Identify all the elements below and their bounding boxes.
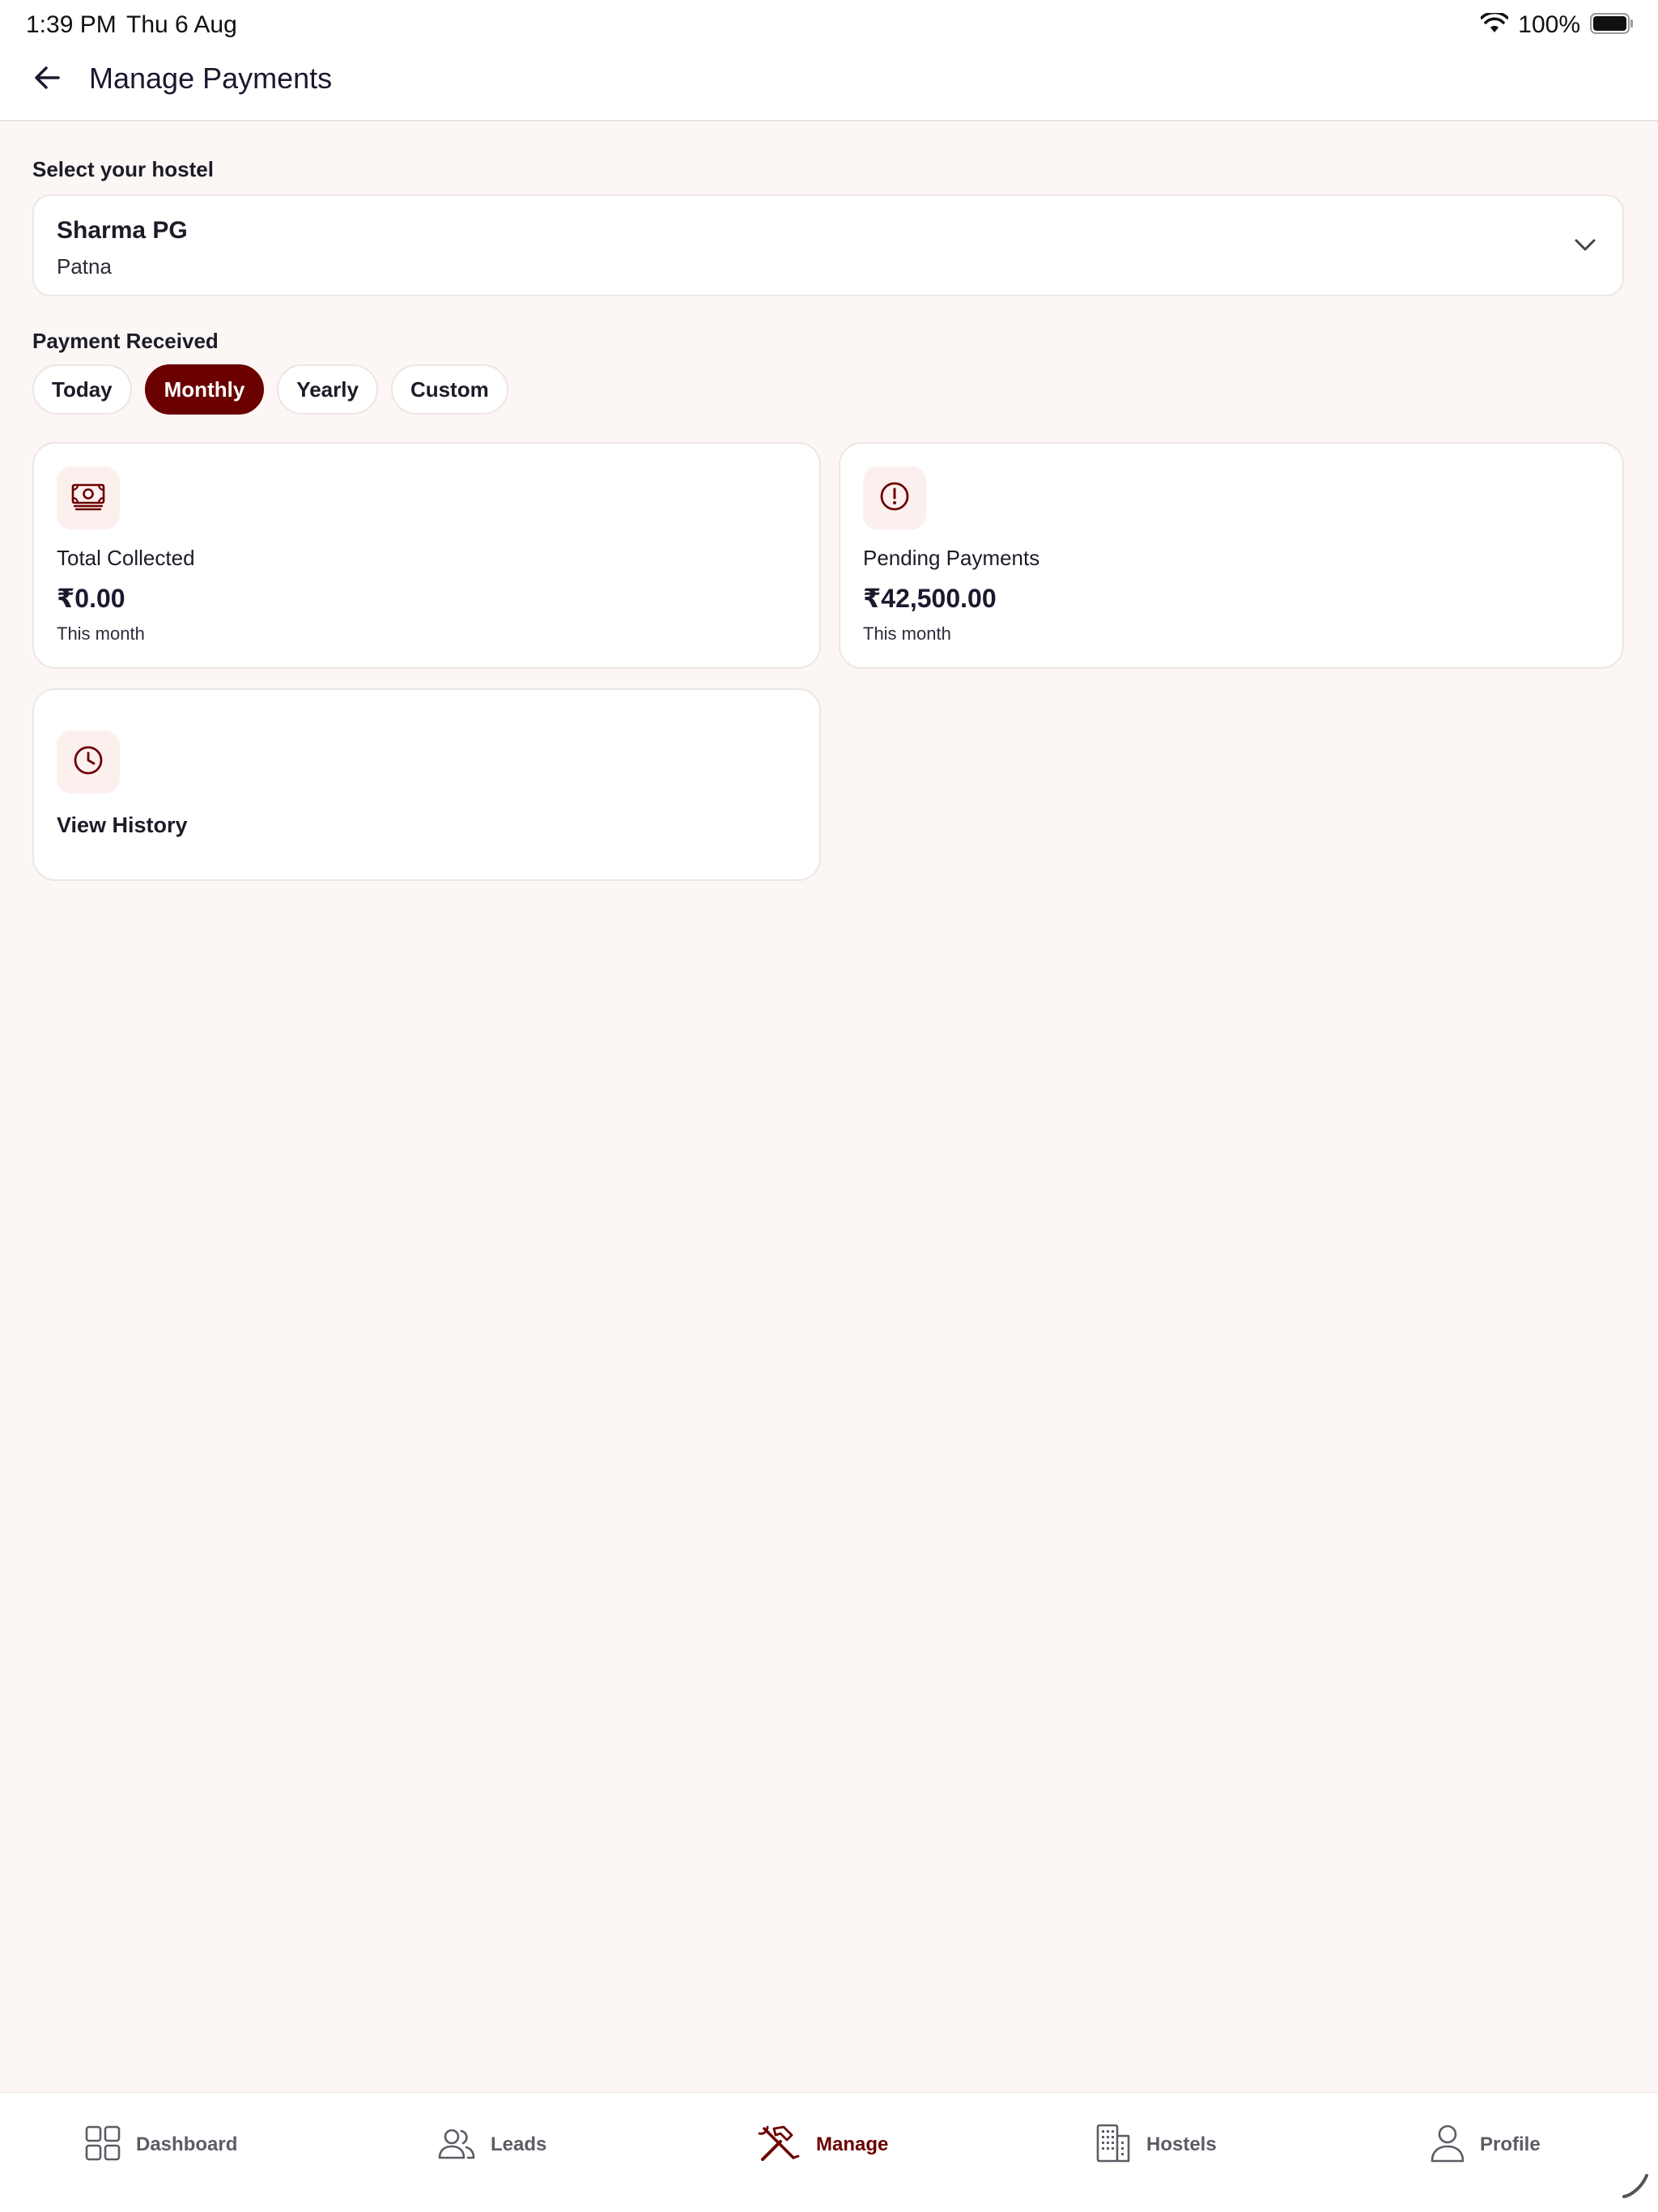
building-icon [1095, 2123, 1132, 2167]
total-collected-amount: ₹0.00 [57, 584, 125, 613]
nav-label-dashboard: Dashboard [136, 2133, 238, 2155]
arrow-left-icon [31, 62, 63, 98]
status-time: 1:39 PM [26, 11, 117, 38]
filter-yearly[interactable]: Yearly [277, 364, 378, 415]
page-title: Manage Payments [89, 62, 333, 95]
total-collected-card[interactable]: Total Collected ₹0.00 This month [32, 442, 821, 669]
chevron-down-icon [1572, 232, 1598, 262]
view-history-label: View History [57, 813, 188, 837]
status-date: Thu 6 Aug [126, 11, 237, 38]
users-icon [437, 2125, 476, 2165]
hostel-select-label: Select your hostel [32, 157, 214, 181]
nav-item-leads[interactable]: Leads [437, 2121, 546, 2169]
nav-item-profile[interactable]: Profile [1430, 2121, 1541, 2169]
battery-icon [1590, 12, 1634, 38]
total-collected-icon-box [57, 466, 120, 530]
payment-received-label: Payment Received [32, 329, 219, 353]
nav-item-dashboard[interactable]: Dashboard [84, 2121, 237, 2169]
view-history-icon-box [57, 730, 120, 793]
total-collected-label: Total Collected [57, 546, 195, 570]
total-collected-period: This month [57, 623, 145, 644]
view-history-card[interactable]: View History [32, 688, 821, 881]
status-bar: 1:39 PM Thu 6 Aug 100% [0, 0, 1658, 50]
grid-icon [84, 2125, 121, 2166]
user-icon [1430, 2124, 1465, 2167]
nav-label-profile: Profile [1480, 2133, 1541, 2155]
filter-monthly[interactable]: Monthly [144, 364, 265, 415]
alert-circle-icon [878, 480, 911, 517]
filter-today[interactable]: Today [32, 364, 132, 415]
app-root: 1:39 PM Thu 6 Aug 100% Manage Payments S… [0, 0, 1658, 2212]
banknote-icon [70, 482, 106, 515]
hostel-city: Patna [57, 254, 112, 279]
pending-payments-period: This month [863, 623, 951, 644]
pending-payments-icon-box [863, 466, 926, 530]
status-indicators: 100% [1480, 11, 1634, 39]
filter-custom[interactable]: Custom [390, 364, 508, 415]
pending-payments-label: Pending Payments [863, 546, 1040, 570]
resize-handle-icon [1621, 2171, 1650, 2204]
hostel-name: Sharma PG [57, 217, 188, 244]
app-header: Manage Payments [0, 50, 1658, 121]
nav-label-hostels: Hostels [1146, 2133, 1217, 2155]
battery-percent: 100% [1518, 11, 1580, 38]
nav-item-hostels[interactable]: Hostels [1095, 2121, 1217, 2169]
back-button[interactable] [28, 60, 66, 99]
pending-payments-amount: ₹42,500.00 [863, 584, 997, 613]
nav-label-manage: Manage [816, 2133, 889, 2155]
nav-item-manage[interactable]: Manage [756, 2121, 888, 2169]
nav-label-leads: Leads [491, 2133, 547, 2155]
pending-payments-card[interactable]: Pending Payments ₹42,500.00 This month [839, 442, 1624, 669]
hostel-dropdown[interactable]: Sharma PG Patna [32, 194, 1624, 296]
period-filter-group: Today Monthly Yearly Custom [32, 364, 508, 415]
clock-icon [72, 744, 104, 781]
tools-icon [756, 2124, 801, 2167]
wifi-icon [1480, 11, 1510, 38]
bottom-nav: Dashboard Leads Manage Hostels Profile [0, 2092, 1658, 2212]
